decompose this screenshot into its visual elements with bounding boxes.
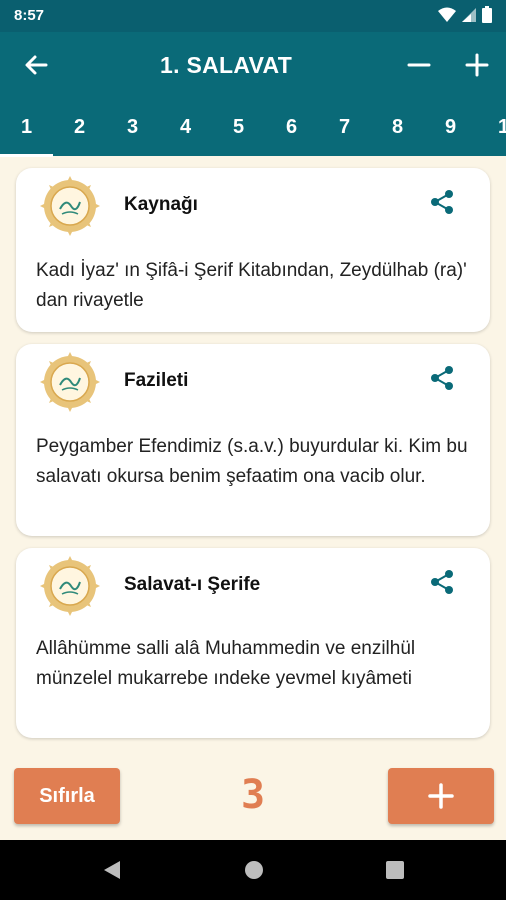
calligraphy-medallion-icon <box>40 176 100 236</box>
tab-10[interactable]: 1 <box>477 116 506 139</box>
tab-6[interactable]: 6 <box>265 116 318 139</box>
reset-button[interactable]: Sıfırla <box>14 768 120 824</box>
tab-strip: 1 2 3 4 5 6 7 8 9 1 <box>0 98 506 156</box>
nav-home-icon[interactable] <box>244 860 264 880</box>
plus-icon <box>428 783 454 809</box>
tab-4[interactable]: 4 <box>159 116 212 139</box>
tab-9[interactable]: 9 <box>424 116 477 139</box>
share-icon[interactable] <box>428 568 456 596</box>
card-title: Salavat-ı Şerife <box>124 574 261 595</box>
tab-7[interactable]: 7 <box>318 116 371 139</box>
nav-back-icon[interactable] <box>102 860 122 880</box>
tab-1[interactable]: 1 <box>0 116 53 139</box>
wifi-icon <box>438 7 456 22</box>
calligraphy-medallion-icon <box>40 556 100 616</box>
card-text: Kadı İyaz' ın Şifâ-i Şerif Kitabından, Z… <box>36 260 467 311</box>
card-text: Allâhümme salli alâ Muhammedin ve enzilh… <box>36 638 416 689</box>
minus-icon[interactable] <box>406 51 432 79</box>
status-bar: 8:57 <box>0 0 506 32</box>
card-title: Kaynağı <box>124 194 198 215</box>
share-icon[interactable] <box>428 188 456 216</box>
status-time: 8:57 <box>14 7 45 24</box>
card-source: Kaynağı Kadı İyaz' ın Şifâ-i Şerif Kitab… <box>16 168 490 332</box>
tab-5[interactable]: 5 <box>212 116 265 139</box>
system-nav-bar <box>0 840 506 900</box>
status-icons <box>438 6 492 23</box>
add-button[interactable] <box>388 768 494 824</box>
counter-display: 3 <box>240 772 266 818</box>
card-text: Peygamber Efendimiz (s.a.v.) buyurdular … <box>36 436 468 487</box>
calligraphy-medallion-icon <box>40 352 100 412</box>
nav-recents-icon[interactable] <box>386 861 404 879</box>
card-virtue: Fazileti Peygamber Efendimiz (s.a.v.) bu… <box>16 344 490 536</box>
battery-icon <box>482 6 492 23</box>
arrow-left-icon[interactable] <box>22 51 50 79</box>
signal-icon <box>462 7 476 22</box>
card-title: Fazileti <box>124 370 189 391</box>
share-icon[interactable] <box>428 364 456 392</box>
tab-8[interactable]: 8 <box>371 116 424 139</box>
bottom-action-bar: Sıfırla 3 <box>0 742 506 840</box>
tab-3[interactable]: 3 <box>106 116 159 139</box>
plus-icon[interactable] <box>464 51 490 79</box>
tab-indicator <box>0 154 53 157</box>
tab-2[interactable]: 2 <box>53 116 106 139</box>
card-salawat: Salavat-ı Şerife Allâhümme salli alâ Muh… <box>16 548 490 738</box>
app-bar: 1. SALAVAT <box>0 32 506 98</box>
page-title: 1. SALAVAT <box>160 52 293 78</box>
